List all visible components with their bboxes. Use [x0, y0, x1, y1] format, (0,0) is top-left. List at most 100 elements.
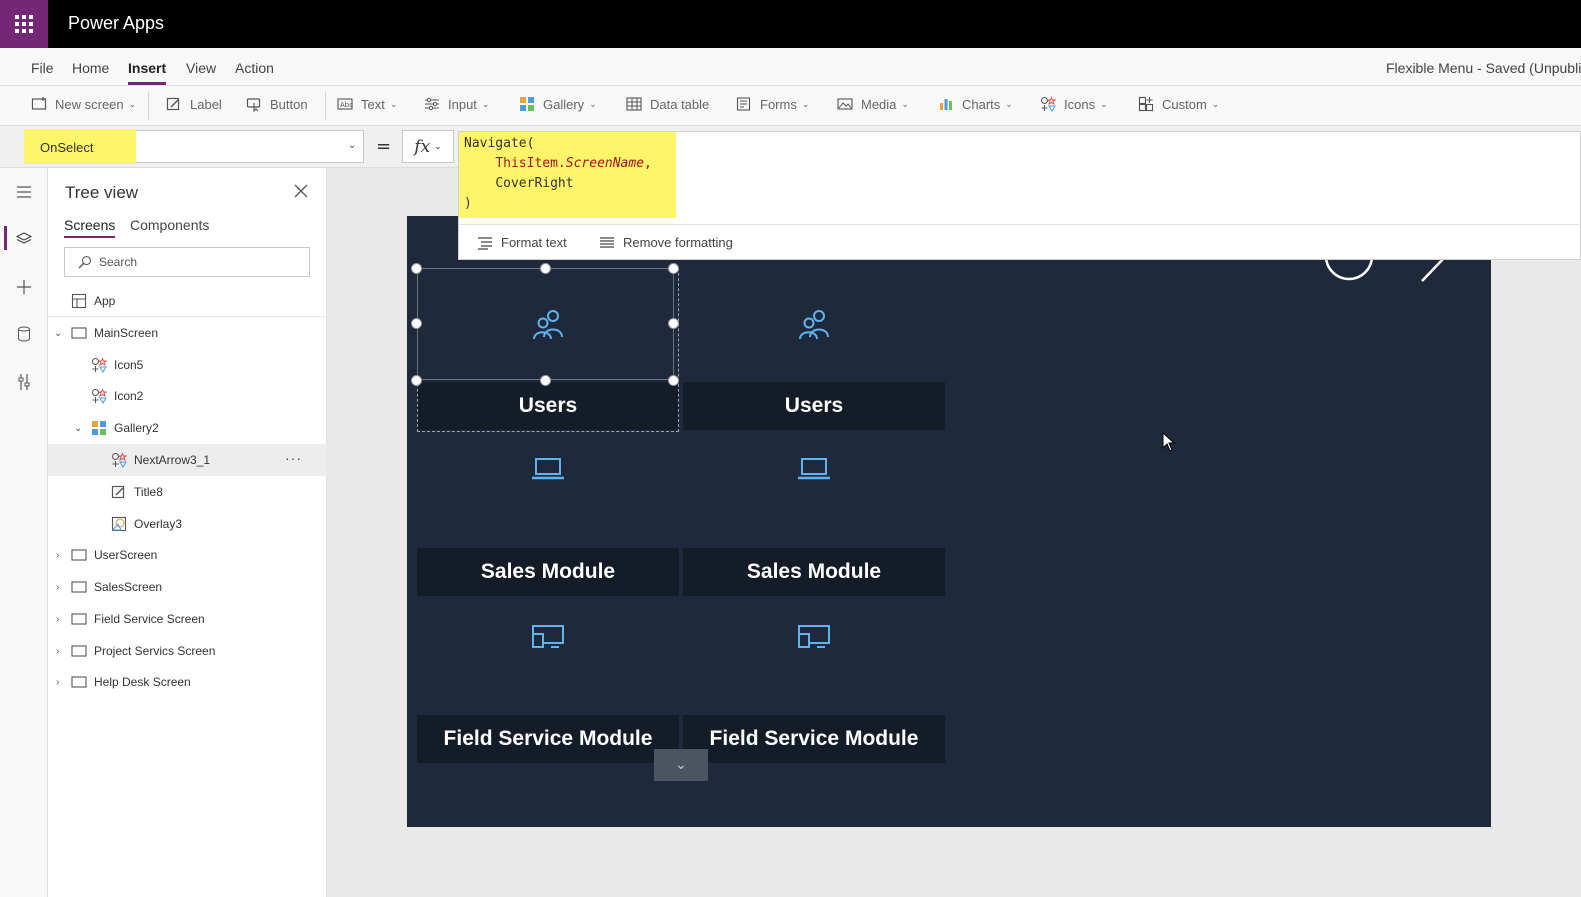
tree-item-label: Project Servics Screen	[94, 644, 216, 658]
menu-bar: File Home Insert View Action Flexible Me…	[0, 48, 1581, 86]
tree-item-label: MainScreen	[94, 326, 159, 340]
data-table-button[interactable]: Data table	[626, 96, 709, 112]
tree-item-field-service-screen[interactable]: › Field Service Screen	[48, 603, 327, 635]
tree-item-nextarrow3-1[interactable]: NextArrow3_1 ···	[48, 444, 327, 476]
icons-icon	[1040, 96, 1056, 112]
icons-menu-label: Icons	[1064, 96, 1096, 112]
code-comma: ,	[644, 156, 652, 171]
formula-code[interactable]: Navigate( ThisItem.ScreenName, CoverRigh…	[464, 134, 652, 214]
resize-handle-top[interactable]	[540, 263, 551, 274]
menu-home[interactable]: Home	[72, 60, 109, 76]
tree-item-label: Icon2	[114, 389, 144, 403]
gallery-scroll-down-button[interactable]: ⌄	[654, 749, 708, 781]
icons-menu-button[interactable]: Icons ⌄	[1040, 96, 1108, 112]
menu-action[interactable]: Action	[235, 60, 274, 76]
fx-function-button[interactable]: fx ⌄	[402, 130, 454, 163]
hamburger-menu-icon[interactable]	[14, 182, 34, 202]
tree-item-salesscreen[interactable]: › SalesScreen	[48, 571, 327, 603]
tree-item-label: Gallery2	[114, 421, 159, 435]
gallery-menu-button[interactable]: Gallery ⌄	[519, 96, 597, 112]
remove-formatting-button[interactable]: Remove formatting	[599, 235, 733, 250]
button-icon	[246, 96, 262, 112]
forms-menu-button[interactable]: Forms ⌄	[736, 96, 809, 112]
app-canvas[interactable]: Users Users Sales Module Sales Module Fi…	[407, 216, 1491, 827]
menu-view[interactable]: View	[186, 60, 216, 76]
tree-item-gallery2[interactable]: ⌄ Gallery2	[48, 412, 327, 444]
button-button[interactable]: Button	[246, 96, 308, 112]
tree-item-overlay3[interactable]: Overlay3	[48, 508, 327, 540]
laptop-icon[interactable]	[417, 434, 679, 504]
icons-icon	[110, 451, 128, 469]
chevron-down-icon[interactable]: ⌄	[54, 328, 64, 339]
chevron-right-icon[interactable]: ›	[56, 646, 66, 657]
format-text-label: Format text	[501, 235, 567, 250]
code-this-item: ThisItem.	[495, 156, 566, 171]
charts-menu-button[interactable]: Charts ⌄	[938, 96, 1013, 112]
button-label: Button	[270, 96, 308, 112]
resize-handle-bottom-left[interactable]	[411, 375, 422, 386]
code-line-4: )	[464, 196, 472, 211]
custom-menu-button[interactable]: Custom ⌄	[1138, 96, 1219, 112]
icons-icon	[90, 387, 108, 405]
tab-components[interactable]: Components	[130, 217, 209, 233]
tree-item-mainscreen[interactable]: ⌄ MainScreen	[48, 317, 327, 349]
devices-icon[interactable]	[417, 601, 679, 671]
app-launcher-button[interactable]	[0, 0, 48, 48]
resize-handle-right[interactable]	[668, 318, 679, 329]
chevron-down-icon: ⌄	[901, 98, 909, 109]
card-title: Field Service Module	[417, 715, 679, 763]
menu-insert[interactable]: Insert	[128, 60, 167, 85]
database-icon[interactable]	[14, 324, 34, 344]
chevron-right-icon[interactable]: ›	[56, 582, 66, 593]
search-icon	[78, 255, 92, 273]
resize-handle-bottom[interactable]	[540, 375, 551, 386]
tree-item-title8[interactable]: Title8	[48, 476, 327, 508]
formula-editor[interactable]: Navigate( ThisItem.ScreenName, CoverRigh…	[458, 131, 1581, 260]
input-menu-button[interactable]: Input ⌄	[424, 96, 489, 112]
close-icon[interactable]	[292, 182, 310, 200]
gallery-icon	[90, 419, 108, 437]
tree-item-project-servics-screen[interactable]: › Project Servics Screen	[48, 635, 327, 667]
chevron-down-icon: ⌄	[1100, 98, 1108, 109]
chevron-down-icon: ⌄	[589, 98, 597, 109]
tab-screens[interactable]: Screens	[64, 217, 116, 238]
plus-icon[interactable]	[14, 277, 34, 297]
layers-icon[interactable]	[14, 229, 34, 249]
search-input[interactable]	[99, 253, 299, 271]
media-icon	[837, 96, 853, 112]
devices-icon[interactable]	[683, 601, 945, 671]
tree-item-icon2[interactable]: Icon2	[48, 380, 327, 412]
users-icon[interactable]	[683, 268, 945, 380]
screen-icon	[70, 642, 88, 660]
format-text-button[interactable]: Format text	[477, 235, 567, 250]
tree-search-box[interactable]	[64, 247, 310, 277]
chevron-right-icon[interactable]: ›	[56, 550, 66, 561]
advanced-tools-icon[interactable]	[14, 372, 34, 392]
screen-icon	[70, 324, 88, 342]
tree-item-label: Field Service Screen	[94, 612, 205, 626]
chevron-down-icon[interactable]: ⌄	[74, 423, 84, 434]
waffle-icon	[15, 15, 33, 33]
text-menu-button[interactable]: Abc Text ⌄	[337, 96, 397, 112]
gallery-icon	[519, 96, 535, 112]
chevron-right-icon[interactable]: ›	[56, 677, 66, 688]
app-icon	[70, 292, 88, 310]
resize-handle-bottom-right[interactable]	[668, 375, 679, 386]
more-options-icon[interactable]: ···	[285, 450, 302, 466]
tree-item-app[interactable]: App	[48, 285, 327, 317]
label-label: Label	[190, 96, 222, 112]
new-screen-button[interactable]: New screen ⌄	[31, 96, 136, 112]
resize-handle-top-left[interactable]	[411, 263, 422, 274]
resize-handle-left[interactable]	[411, 318, 422, 329]
tree-item-icon5[interactable]: Icon5	[48, 349, 327, 381]
media-menu-button[interactable]: Media ⌄	[837, 96, 909, 112]
menu-file[interactable]: File	[31, 60, 54, 76]
card-title: Sales Module	[683, 548, 945, 596]
laptop-icon[interactable]	[683, 434, 945, 504]
chevron-down-icon[interactable]: ⌄	[348, 140, 356, 151]
tree-item-help-desk-screen[interactable]: › Help Desk Screen	[48, 666, 327, 698]
label-button[interactable]: Label	[166, 96, 222, 112]
chevron-right-icon[interactable]: ›	[56, 614, 66, 625]
resize-handle-top-right[interactable]	[668, 263, 679, 274]
tree-item-userscreen[interactable]: › UserScreen	[48, 539, 327, 571]
